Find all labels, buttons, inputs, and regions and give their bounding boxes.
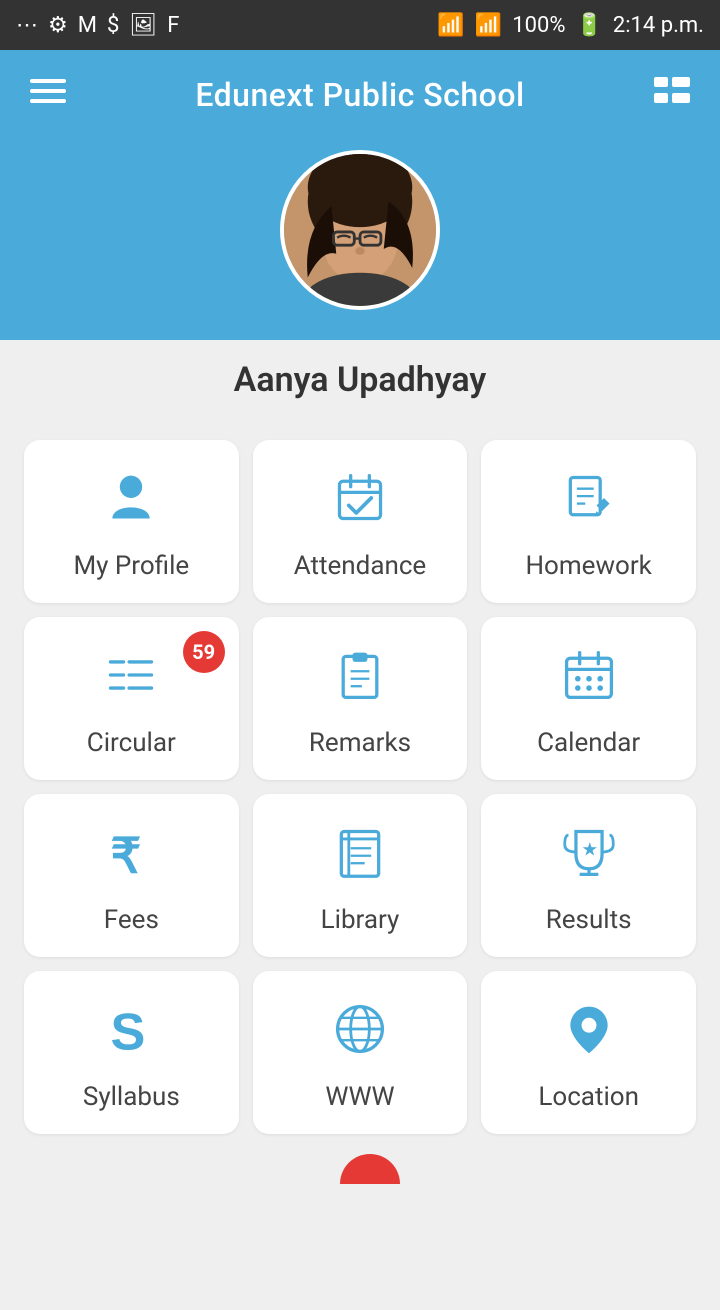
- hamburger-menu[interactable]: [30, 73, 66, 118]
- person-icon: [103, 470, 159, 535]
- www-label: WWW: [325, 1082, 394, 1112]
- grid-item-location[interactable]: Location: [481, 971, 696, 1134]
- syllabus-label: Syllabus: [83, 1082, 180, 1112]
- grid-item-calendar[interactable]: Calendar: [481, 617, 696, 780]
- grid-item-homework[interactable]: Homework: [481, 440, 696, 603]
- library-label: Library: [321, 905, 400, 935]
- header: Edunext Public School: [0, 50, 720, 140]
- time-display: 2:14 p.m.: [613, 13, 704, 38]
- wifi-icon: 📶: [437, 13, 464, 38]
- edit-icon: [561, 470, 617, 535]
- pin-icon: [561, 1001, 617, 1066]
- bottom-badge-circle: [340, 1154, 400, 1184]
- results-label: Results: [546, 905, 632, 935]
- svg-text:₹: ₹: [111, 830, 142, 880]
- status-left-icons: ⋯ ⚙ M $ 🖼 F: [16, 13, 179, 38]
- notification-icon: ⋯: [16, 13, 38, 38]
- battery-icon: 🔋: [575, 13, 602, 38]
- calendar-label: Calendar: [537, 728, 640, 758]
- signal-icon: 📶: [475, 13, 502, 38]
- homework-label: Homework: [526, 551, 652, 581]
- grid-item-www[interactable]: WWW: [253, 971, 468, 1134]
- book-icon: [332, 824, 388, 889]
- my-profile-label: My Profile: [73, 551, 189, 581]
- rupee-icon: ₹: [103, 824, 159, 889]
- grid-item-library[interactable]: Library: [253, 794, 468, 957]
- header-title: Edunext Public School: [195, 76, 524, 114]
- grid-item-my-profile[interactable]: My Profile: [24, 440, 239, 603]
- s-icon: $: [107, 13, 119, 38]
- svg-text:S: S: [111, 1004, 146, 1057]
- location-label: Location: [538, 1082, 639, 1112]
- trophy-icon: ★: [561, 824, 617, 889]
- bottom-badge-area: [10, 1144, 720, 1184]
- grid-item-results[interactable]: ★ Results: [481, 794, 696, 957]
- grid-item-syllabus[interactable]: S Syllabus: [24, 971, 239, 1134]
- main-content: My Profile Attendance: [0, 410, 720, 1310]
- profile-section: [0, 140, 720, 340]
- circular-label: Circular: [87, 728, 176, 758]
- attendance-label: Attendance: [294, 551, 426, 581]
- grid-item-fees[interactable]: ₹ Fees: [24, 794, 239, 957]
- user-name: Aanya Upadhyay: [0, 340, 720, 410]
- clipboard-icon: [332, 647, 388, 712]
- calendar-grid-icon: [561, 647, 617, 712]
- gmail-icon: M: [78, 13, 97, 38]
- globe-icon: [332, 1001, 388, 1066]
- menu-grid: My Profile Attendance: [10, 430, 710, 1144]
- calendar-check-icon: [332, 470, 388, 535]
- grid-item-circular[interactable]: 59 Circular: [24, 617, 239, 780]
- status-bar: ⋯ ⚙ M $ 🖼 F 📶 📶 100% 🔋 2:14 p.m.: [0, 0, 720, 50]
- flipboard-icon: F: [167, 13, 179, 38]
- usb-icon: ⚙: [48, 13, 68, 38]
- list-icon: [103, 647, 159, 712]
- battery-text: 100%: [512, 13, 565, 38]
- grid-item-attendance[interactable]: Attendance: [253, 440, 468, 603]
- svg-text:★: ★: [581, 839, 598, 861]
- photo-icon: 🖼: [129, 13, 157, 38]
- s-letter-icon: S: [103, 1001, 159, 1066]
- remarks-label: Remarks: [309, 728, 411, 758]
- status-right-icons: 📶 📶 100% 🔋 2:14 p.m.: [437, 13, 704, 38]
- circular-badge: 59: [183, 631, 225, 673]
- fees-label: Fees: [104, 905, 159, 935]
- list-view-icon[interactable]: [654, 73, 690, 118]
- grid-item-remarks[interactable]: Remarks: [253, 617, 468, 780]
- avatar: [280, 150, 440, 310]
